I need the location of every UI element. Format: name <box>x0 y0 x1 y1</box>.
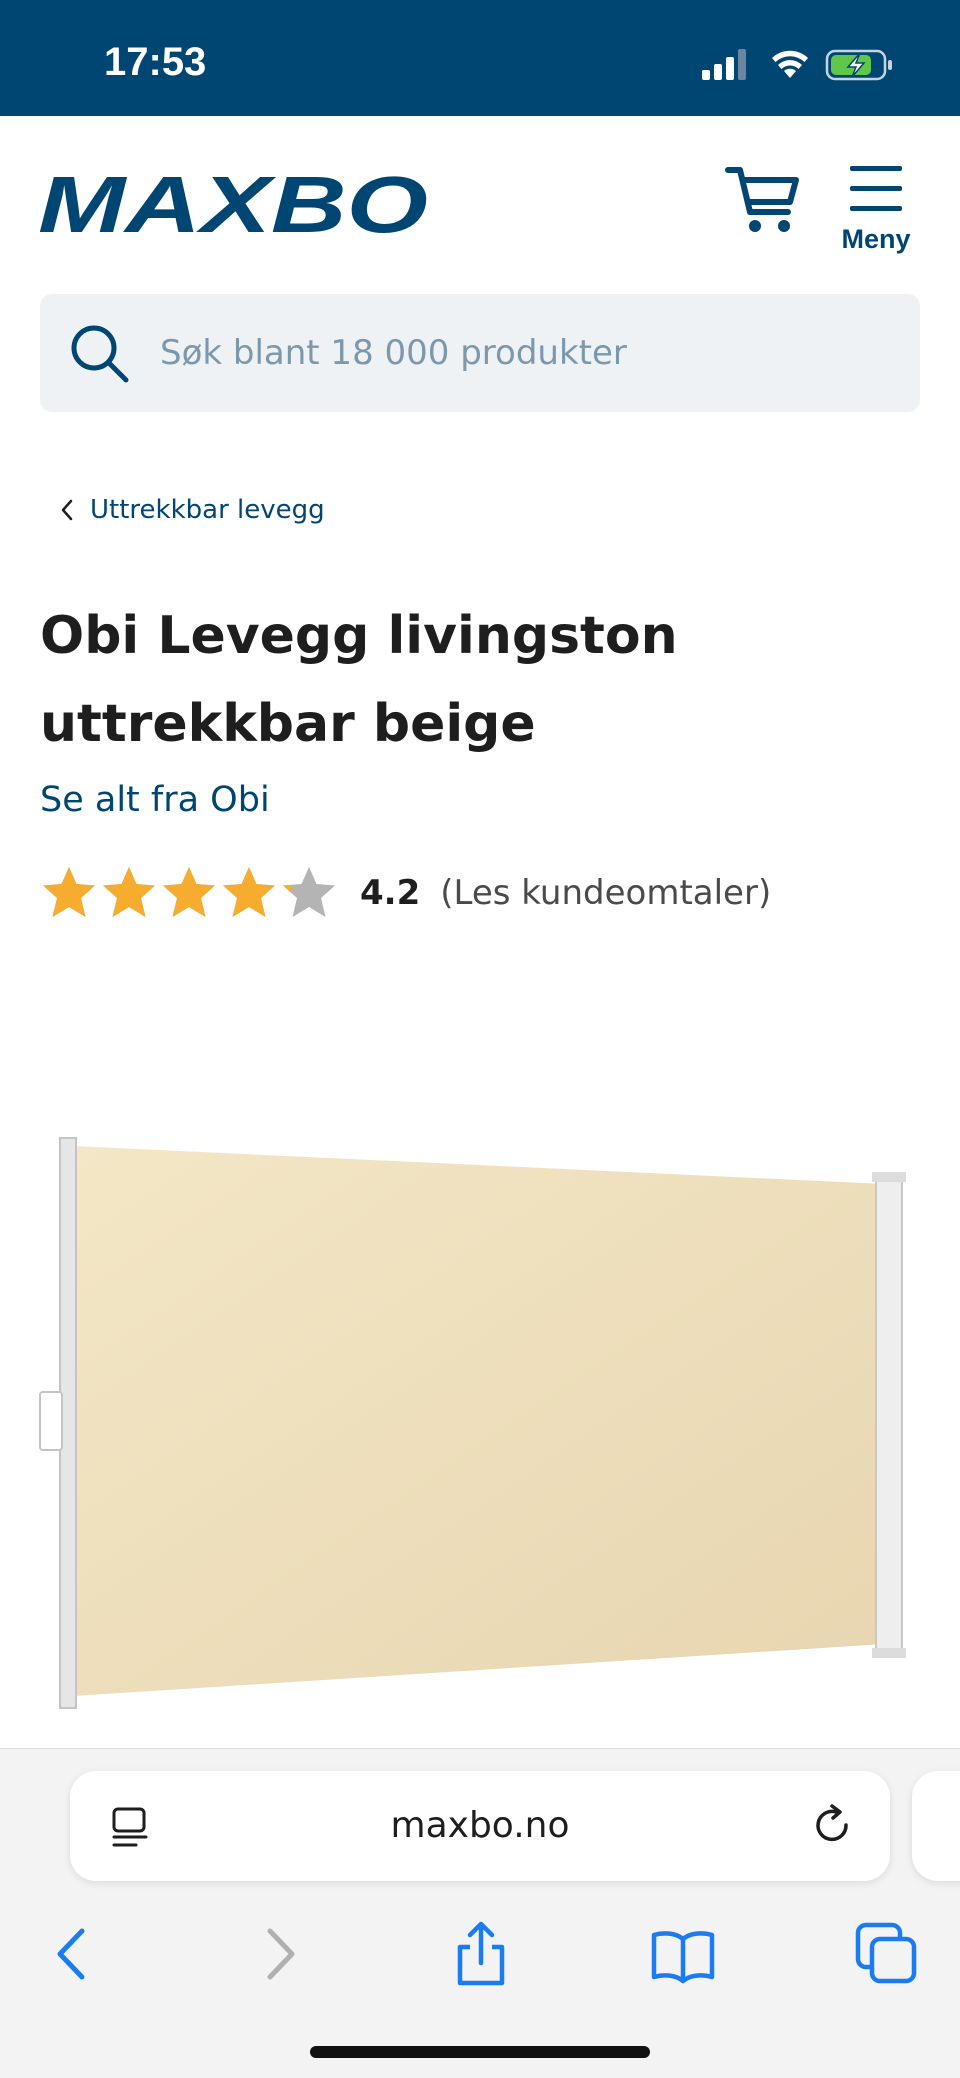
chevron-left-icon <box>61 499 73 521</box>
share-icon[interactable] <box>446 1919 516 1989</box>
forward-icon[interactable] <box>244 1919 314 1989</box>
status-time: 17:53 <box>104 40 207 84</box>
maxbo-logo[interactable]: MAXBO <box>38 170 432 238</box>
reload-icon[interactable] <box>810 1803 856 1849</box>
home-indicator <box>310 2046 650 2058</box>
status-icons <box>702 49 892 81</box>
star-icon <box>163 867 215 917</box>
cart-icon <box>725 167 799 232</box>
url-text: maxbo.no <box>390 1805 570 1846</box>
browser-toolbar <box>0 1909 960 1999</box>
rating-stars <box>40 864 340 922</box>
status-bar: 17:53 <box>0 0 960 116</box>
reader-icon[interactable] <box>108 1805 152 1849</box>
product-image[interactable] <box>36 1120 926 1720</box>
wifi-icon <box>772 50 808 78</box>
rating: 4.2 (Les kundeomtaler) <box>40 862 771 924</box>
star-icon <box>43 867 95 917</box>
breadcrumb[interactable]: Uttrekkbar levegg <box>56 490 325 530</box>
browser-bar: maxbo.no <box>0 1748 960 2078</box>
back-icon[interactable] <box>38 1919 108 1989</box>
search-icon <box>71 325 129 383</box>
star-icon <box>283 867 335 917</box>
battery-icon <box>825 49 892 81</box>
search-input[interactable] <box>160 294 880 412</box>
search-box[interactable] <box>40 294 920 412</box>
breadcrumb-label: Uttrekkbar levegg <box>90 495 325 525</box>
star-icon <box>103 867 155 917</box>
hamburger-icon <box>850 166 902 211</box>
next-tab-peek[interactable] <box>912 1771 960 1881</box>
address-bar[interactable]: maxbo.no <box>70 1771 890 1881</box>
signal-icon <box>702 49 746 80</box>
product-title: Obi Levegg livingston uttrekkbar beige <box>40 592 920 768</box>
bookmarks-icon[interactable] <box>648 1919 718 1989</box>
product-title-line-1: Obi Levegg livingston <box>40 606 678 666</box>
site-header: MAXBO Meny <box>0 116 960 294</box>
product-title-line-2: uttrekkbar beige <box>40 694 536 754</box>
cart-button[interactable] <box>724 160 804 240</box>
menu-label: Meny <box>841 224 911 254</box>
svg-text:MAXBO: MAXBO <box>38 170 428 238</box>
star-icon <box>223 867 275 917</box>
brand-link[interactable]: Se alt fra Obi <box>40 780 270 820</box>
review-link[interactable]: (Les kundeomtaler) <box>440 873 771 913</box>
rating-value: 4.2 <box>360 873 421 913</box>
tabs-icon[interactable] <box>852 1919 922 1989</box>
menu-button[interactable]: Meny <box>830 160 922 270</box>
retractable-screen-image <box>39 1137 906 1709</box>
